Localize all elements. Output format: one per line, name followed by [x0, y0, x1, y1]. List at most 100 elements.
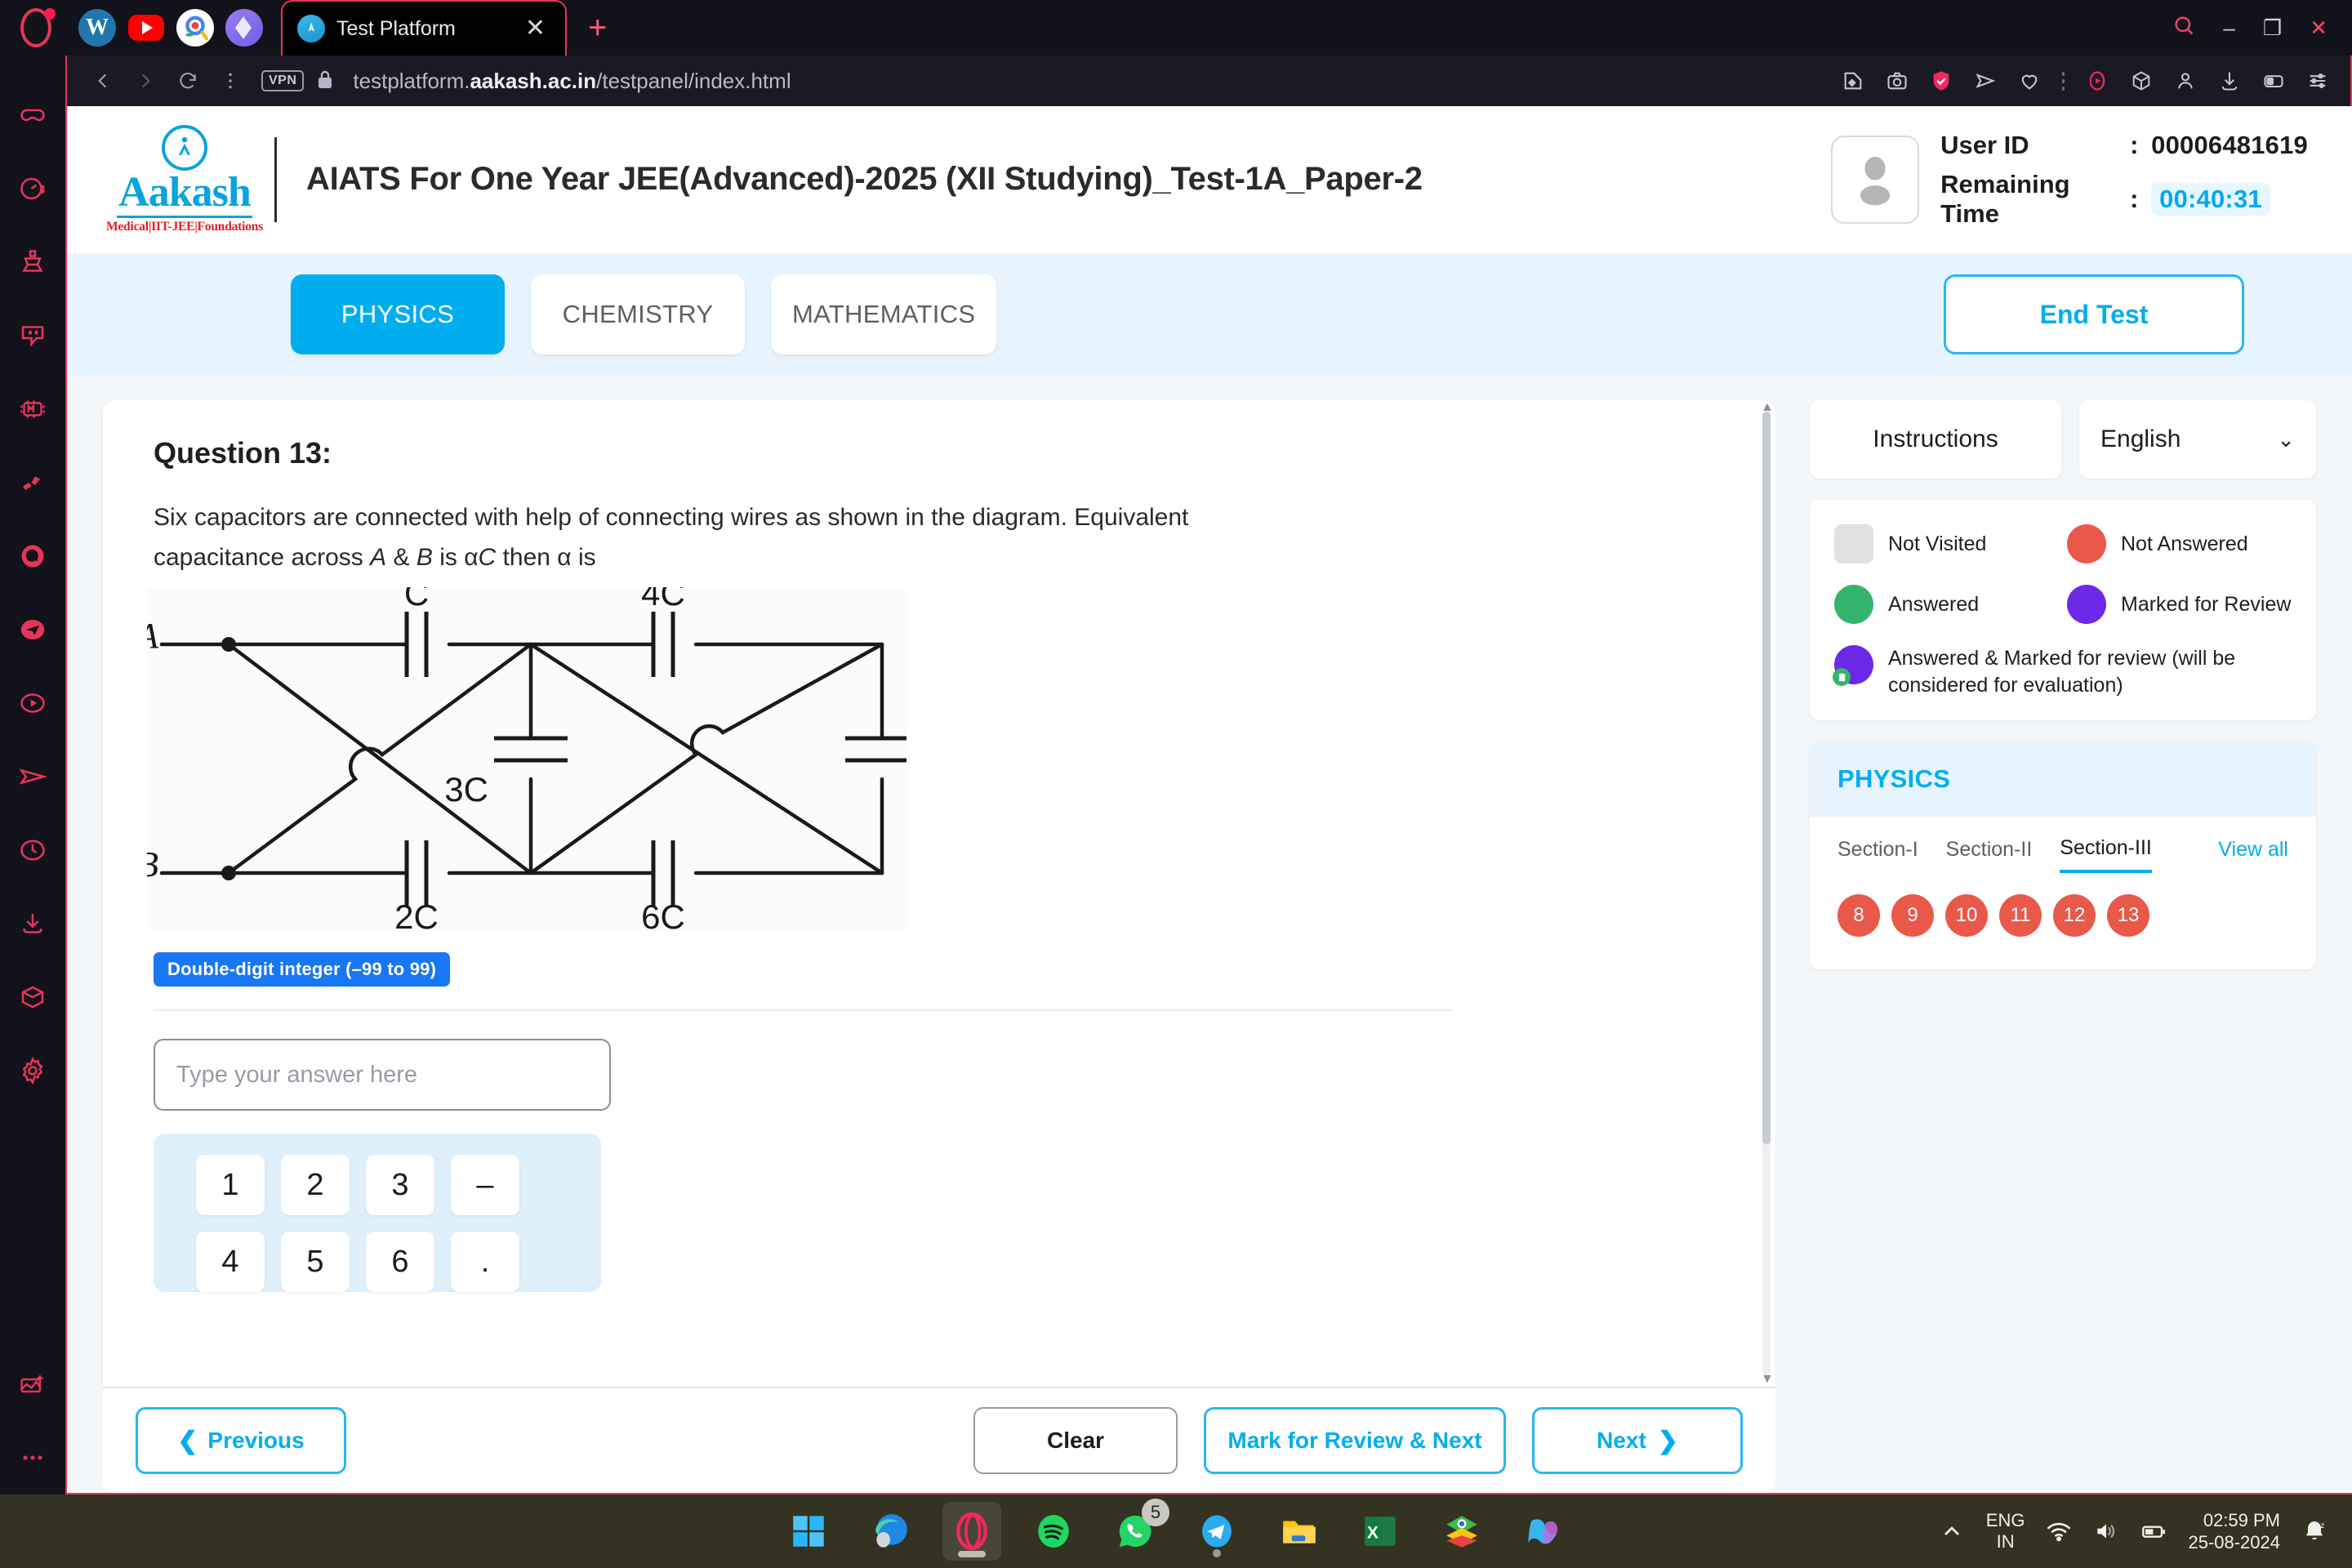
speed-dial-icon[interactable]: [0, 152, 65, 225]
tab-chemistry[interactable]: CHEMISTRY: [531, 274, 745, 354]
settings-sliders-icon[interactable]: [2306, 69, 2329, 92]
language-select[interactable]: English ⌄: [2079, 400, 2316, 479]
photoroom-icon[interactable]: [225, 9, 263, 47]
view-all-link[interactable]: View all: [2218, 838, 2288, 871]
player-icon[interactable]: [2086, 69, 2109, 92]
key-4[interactable]: 4: [196, 1232, 265, 1293]
opera-logo-icon[interactable]: [11, 3, 60, 52]
scroll-up-icon[interactable]: ▲: [1761, 400, 1774, 415]
excel-icon[interactable]: X: [1351, 1502, 1410, 1561]
section-tab-3[interactable]: Section-III: [2060, 836, 2152, 873]
adblock-shield-icon[interactable]: [1930, 69, 1953, 92]
back-arrow-icon[interactable]: [83, 61, 122, 100]
telegram-icon[interactable]: [1187, 1502, 1246, 1561]
spotify-icon[interactable]: [1024, 1502, 1083, 1561]
clock[interactable]: 02:59 PM 25-08-2024: [2188, 1509, 2280, 1554]
profile-icon[interactable]: [2174, 69, 2197, 92]
chevron-up-icon[interactable]: [1939, 1518, 1965, 1544]
reload-icon[interactable]: [168, 61, 207, 100]
section-tab-1[interactable]: Section-I: [1838, 838, 1918, 871]
gaming-mask-icon[interactable]: [0, 78, 65, 152]
settings-gear-icon[interactable]: [0, 1034, 65, 1107]
forward-arrow-icon[interactable]: [126, 61, 165, 100]
key-3[interactable]: 3: [366, 1155, 434, 1216]
bell-dnd-icon[interactable]: z: [2301, 1518, 2328, 1544]
history-clock-icon[interactable]: [0, 813, 65, 887]
scroll-down-icon[interactable]: ▼: [1761, 1372, 1774, 1387]
legend-label: Not Visited: [1888, 532, 1987, 555]
avatar: [1831, 136, 1920, 224]
question-number-9[interactable]: 9: [1891, 894, 1934, 937]
key-minus[interactable]: –: [451, 1155, 519, 1216]
file-explorer-icon[interactable]: [1269, 1502, 1328, 1561]
send-icon[interactable]: [1974, 69, 1997, 92]
google-lens-icon[interactable]: [176, 9, 214, 47]
tab-island-icon[interactable]: [2262, 69, 2285, 92]
more-dots-icon[interactable]: [0, 1421, 65, 1494]
extensions-cube-icon[interactable]: [0, 960, 65, 1034]
end-test-button[interactable]: End Test: [1944, 274, 2244, 354]
photo-stack-icon[interactable]: [1432, 1502, 1491, 1561]
new-tab-button[interactable]: +: [588, 11, 607, 44]
question-number-10[interactable]: 10: [1945, 894, 1988, 937]
key-2[interactable]: 2: [281, 1155, 350, 1216]
windows-start-icon[interactable]: [779, 1502, 838, 1561]
player-circle-icon[interactable]: [0, 666, 65, 740]
previous-button[interactable]: ❮ Previous: [136, 1407, 346, 1474]
question-number-11[interactable]: 11: [1999, 894, 2042, 937]
cleaner-icon[interactable]: [0, 225, 65, 299]
download-icon[interactable]: [2218, 69, 2241, 92]
clear-button[interactable]: Clear: [973, 1407, 1178, 1474]
cube-icon[interactable]: [2130, 69, 2153, 92]
status-legend: Not Visited Not Answered Answered Marked…: [1810, 500, 2316, 720]
overflow-dots-icon[interactable]: [211, 61, 250, 100]
screenshot-icon[interactable]: [1886, 69, 1909, 92]
heart-icon[interactable]: [2018, 69, 2041, 92]
tab-mathematics[interactable]: MATHEMATICS: [771, 274, 997, 354]
svg-text:2C: 2C: [394, 898, 439, 930]
edge-icon[interactable]: [861, 1502, 920, 1561]
tab-physics[interactable]: PHYSICS: [291, 274, 505, 354]
next-button[interactable]: Next ❯: [1532, 1407, 1743, 1474]
mark-for-review-next-button[interactable]: Mark for Review & Next: [1204, 1407, 1506, 1474]
key-6[interactable]: 6: [366, 1232, 434, 1293]
close-icon[interactable]: ✕: [520, 16, 550, 41]
twitch-icon[interactable]: [0, 299, 65, 372]
address-bar[interactable]: testplatform.aakash.ac.in/testpanel/inde…: [353, 69, 791, 94]
pin-page-icon[interactable]: [1842, 69, 1864, 92]
legend-label: Answered: [1888, 592, 1980, 616]
wordpress-icon[interactable]: W: [78, 9, 116, 47]
telegram-icon[interactable]: [0, 593, 65, 666]
vpn-badge[interactable]: VPN: [261, 70, 305, 91]
image-edit-icon[interactable]: [0, 1348, 65, 1421]
restore-button[interactable]: ❐: [2263, 16, 2282, 41]
whatsapp-icon[interactable]: 5: [1106, 1499, 1169, 1561]
copilot-icon[interactable]: [1514, 1502, 1573, 1561]
window-close-button[interactable]: ✕: [2310, 16, 2328, 41]
key-5[interactable]: 5: [281, 1232, 350, 1293]
question-number-13[interactable]: 13: [2107, 894, 2149, 937]
messenger-m-icon[interactable]: [0, 372, 65, 446]
send-plane-icon[interactable]: [0, 740, 65, 813]
question-number-12[interactable]: 12: [2053, 894, 2096, 937]
whatsapp-icon[interactable]: [0, 519, 65, 593]
language-indicator[interactable]: ENG IN: [1986, 1510, 2025, 1553]
pin-board-icon[interactable]: [0, 446, 65, 519]
search-icon[interactable]: [2172, 14, 2195, 42]
key-dot[interactable]: .: [451, 1232, 519, 1293]
question-scrollbar[interactable]: ▲ ▼: [1761, 400, 1774, 1386]
answer-input[interactable]: Type your answer here: [154, 1039, 611, 1111]
youtube-icon[interactable]: [127, 9, 165, 47]
key-1[interactable]: 1: [196, 1155, 265, 1216]
section-tab-2[interactable]: Section-II: [1946, 838, 2033, 871]
lock-icon[interactable]: [315, 68, 335, 95]
downloads-icon[interactable]: [0, 887, 65, 960]
opera-icon[interactable]: [942, 1502, 1001, 1561]
browser-tab-test-platform[interactable]: Test Platform ✕: [281, 0, 567, 56]
volume-icon[interactable]: [2093, 1518, 2119, 1544]
instructions-button[interactable]: Instructions: [1810, 400, 2061, 479]
question-number-8[interactable]: 8: [1838, 894, 1880, 937]
wifi-icon[interactable]: [2046, 1518, 2072, 1544]
battery-icon[interactable]: [2140, 1518, 2167, 1544]
minimize-button[interactable]: –: [2223, 16, 2234, 41]
